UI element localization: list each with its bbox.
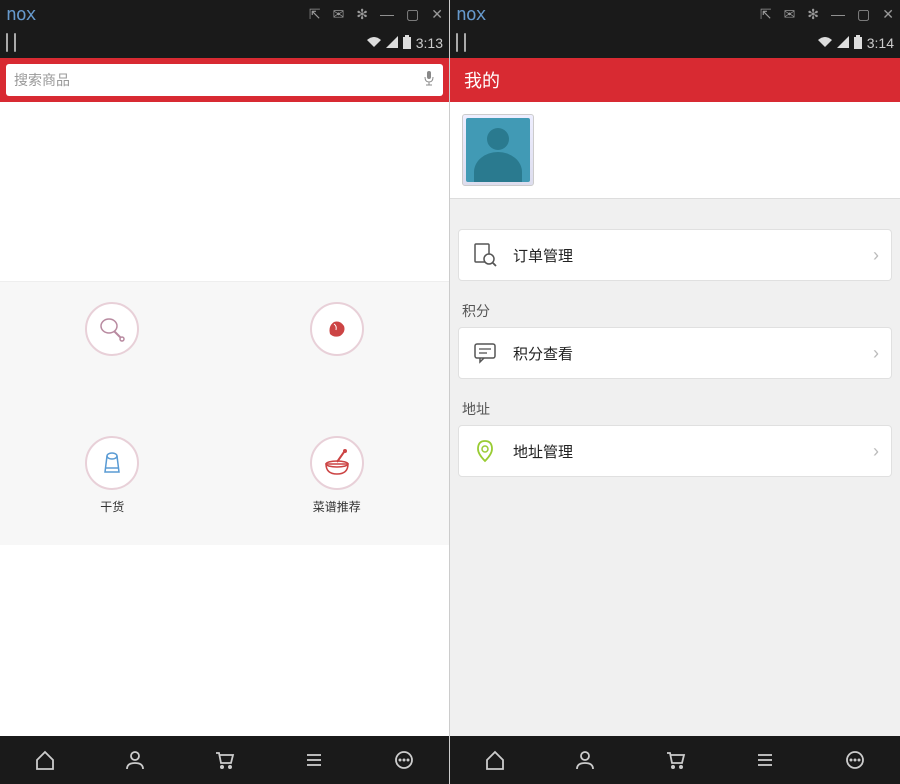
content-area: 订单管理 › 积分 积分查看 › 地址 地址管理 ›	[450, 102, 900, 736]
page-title: 我的	[456, 67, 500, 93]
emulator-titlebar: nox ⇱ ✉ ✻ — ▢ ✕	[450, 0, 900, 28]
minimize-icon[interactable]: —	[831, 6, 845, 22]
android-statusbar: 3:14	[450, 28, 900, 58]
location-pin-icon	[471, 437, 499, 465]
android-statusbar: 3:13	[0, 28, 449, 58]
gear-icon[interactable]: ✻	[356, 6, 368, 23]
menu-icon[interactable]	[298, 744, 330, 776]
wifi-icon	[366, 35, 382, 51]
home-icon[interactable]	[479, 744, 511, 776]
avatar[interactable]	[462, 114, 534, 186]
pin-icon[interactable]: ⇱	[309, 6, 321, 23]
statusbar-time: 3:13	[416, 35, 443, 51]
chat-icon	[471, 339, 499, 367]
profile-icon[interactable]	[569, 744, 601, 776]
chevron-right-icon: ›	[873, 245, 879, 266]
app-header	[0, 58, 449, 102]
search-box[interactable]	[6, 64, 443, 96]
minimize-icon[interactable]: —	[380, 6, 394, 22]
app-header: 我的	[450, 58, 900, 102]
list-item-label: 积分查看	[513, 343, 859, 364]
recent-apps-icon	[456, 34, 458, 52]
maximize-icon[interactable]: ▢	[406, 6, 419, 23]
category-recipe[interactable]: 菜谱推荐	[287, 436, 387, 515]
bottom-navigation	[0, 736, 449, 784]
content-area: 干货 菜谱推荐	[0, 102, 449, 736]
nox-logo: nox	[6, 4, 36, 25]
nox-logo: nox	[456, 4, 486, 25]
address-management-item[interactable]: 地址管理 ›	[458, 425, 892, 477]
recent-apps-icon-2	[14, 34, 16, 52]
mail-icon[interactable]: ✉	[333, 6, 345, 23]
microphone-icon[interactable]	[423, 70, 435, 91]
bag-icon	[85, 436, 139, 490]
order-search-icon	[471, 241, 499, 269]
recent-apps-icon	[6, 34, 8, 52]
profile-icon[interactable]	[119, 744, 151, 776]
signal-icon	[837, 35, 849, 51]
home-icon[interactable]	[29, 744, 61, 776]
signal-icon	[386, 35, 398, 51]
profile-box	[450, 102, 900, 199]
list-item-label: 订单管理	[513, 245, 859, 266]
chevron-right-icon: ›	[873, 441, 879, 462]
mail-icon[interactable]: ✉	[784, 6, 796, 23]
points-section-label: 积分	[450, 291, 900, 327]
close-icon[interactable]: ✕	[431, 6, 443, 23]
address-section-label: 地址	[450, 389, 900, 425]
right-screen: nox ⇱ ✉ ✻ — ▢ ✕ 3:14	[450, 0, 900, 784]
statusbar-time: 3:14	[867, 35, 894, 51]
category-vegetables[interactable]	[287, 302, 387, 356]
list-item-label: 地址管理	[513, 441, 859, 462]
menu-icon[interactable]	[749, 744, 781, 776]
search-input[interactable]	[14, 72, 423, 88]
banner-area	[0, 102, 449, 282]
order-management-item[interactable]: 订单管理 ›	[458, 229, 892, 281]
battery-icon	[853, 35, 863, 52]
more-icon[interactable]	[839, 744, 871, 776]
cart-icon[interactable]	[659, 744, 691, 776]
category-meat[interactable]	[62, 302, 162, 356]
battery-icon	[402, 35, 412, 52]
category-grid: 干货 菜谱推荐	[0, 282, 449, 545]
category-label: 菜谱推荐	[313, 498, 361, 515]
points-query-item[interactable]: 积分查看 ›	[458, 327, 892, 379]
bottom-navigation	[450, 736, 900, 784]
maximize-icon[interactable]: ▢	[857, 6, 870, 23]
cart-icon[interactable]	[208, 744, 240, 776]
drumstick-icon	[85, 302, 139, 356]
recent-apps-icon-2	[464, 34, 466, 52]
emulator-titlebar: nox ⇱ ✉ ✻ — ▢ ✕	[0, 0, 449, 28]
more-icon[interactable]	[388, 744, 420, 776]
chevron-right-icon: ›	[873, 343, 879, 364]
category-label: 干货	[100, 498, 124, 515]
left-screen: nox ⇱ ✉ ✻ — ▢ ✕ 3:13	[0, 0, 450, 784]
bowl-whisk-icon	[310, 436, 364, 490]
category-dry-goods[interactable]: 干货	[62, 436, 162, 515]
pin-icon[interactable]: ⇱	[760, 6, 772, 23]
gear-icon[interactable]: ✻	[807, 6, 819, 23]
wifi-icon	[817, 35, 833, 51]
vegetable-icon	[310, 302, 364, 356]
close-icon[interactable]: ✕	[882, 6, 894, 23]
